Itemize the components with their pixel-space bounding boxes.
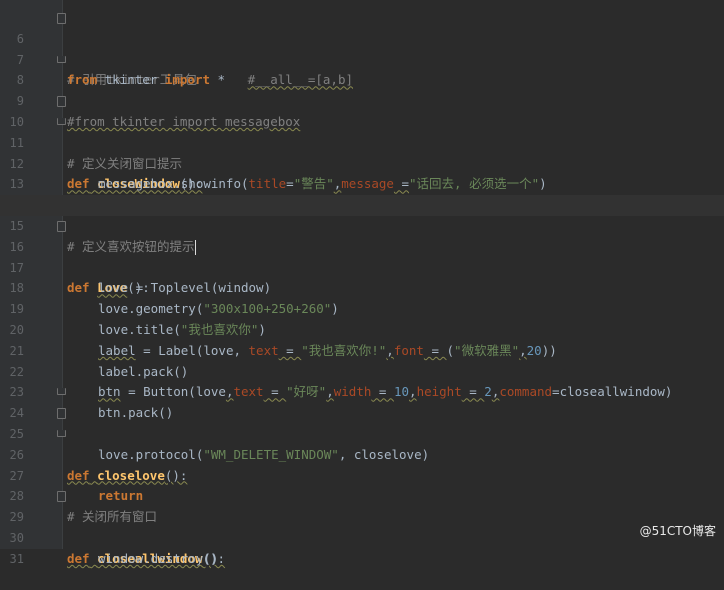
code-line[interactable]: 9 — [0, 70, 724, 108]
fold-end-icon[interactable] — [57, 118, 66, 125]
fold-marker-icon[interactable] — [57, 491, 66, 503]
code-line[interactable]: 29 def closeallwindow(): — [0, 486, 724, 566]
code-line[interactable]: 20 label = Label(love, text = "我也喜欢你!",f… — [0, 299, 724, 358]
code-line[interactable]: 30 window.destroy() — [0, 507, 724, 566]
fold-marker-icon[interactable] — [57, 96, 66, 108]
fold-end-icon[interactable] — [57, 55, 66, 63]
code-line[interactable]: 16 def Love(): — [0, 216, 724, 295]
fold-end-icon[interactable] — [57, 388, 66, 396]
code-line[interactable]: 31 — [0, 528, 724, 566]
watermark: @51CTO博客 — [639, 524, 716, 538]
code-line[interactable]: 11 def closeWindow(): — [0, 112, 724, 191]
code-line[interactable]: 10 # 定义关闭窗口提示 — [0, 91, 724, 171]
code-line[interactable]: 6 # 引用tkinter工具包 — [0, 8, 724, 87]
code-line[interactable]: 28 # 关闭所有窗口 — [0, 466, 724, 524]
code-line[interactable]: 22 btn = Button(love,text = "好呀",width =… — [0, 341, 724, 400]
code-line[interactable]: 14 — [0, 174, 724, 212]
fold-marker-icon[interactable] — [57, 408, 66, 420]
code-line-current[interactable]: 15 # 定义喜欢按钮的提示 — [0, 195, 724, 255]
fold-marker-icon[interactable] — [57, 221, 66, 232]
code-line[interactable]: 21 label.pack() — [0, 320, 724, 379]
code-line[interactable]: 12 messagebox.showinfo(title="警告",messag… — [0, 133, 724, 192]
code-line[interactable]: 17 love = Toplevel(window) — [0, 237, 724, 296]
fold-marker-icon[interactable] — [57, 13, 66, 24]
code-line[interactable]: 7 from tkinter import * #__all__=[a,b] — [0, 29, 724, 88]
code-line[interactable]: 23 btn.pack() — [0, 362, 724, 420]
code-editor[interactable]: 6 # 引用tkinter工具包 7 from tkinter import *… — [0, 0, 724, 566]
code-line[interactable]: 19 love.title("我也喜欢你") — [0, 278, 724, 337]
fold-end-icon[interactable] — [57, 430, 66, 437]
code-line[interactable]: 26 return — [0, 424, 724, 503]
code-line[interactable]: 13 return — [0, 154, 724, 212]
line-number: 31 — [9, 551, 24, 566]
code-line[interactable]: 24 love.protocol("WM_DELETE_WINDOW", clo… — [0, 382, 724, 462]
code-line[interactable]: 8 #from tkinter import messagebox — [0, 50, 724, 129]
code-text[interactable]: window.destroy() — [67, 549, 218, 570]
code-line[interactable]: 25 def closelove(): — [0, 403, 724, 483]
code-line[interactable]: 27 — [0, 445, 724, 483]
code-line[interactable]: 18 love.geometry("300x100+250+260") — [0, 258, 724, 316]
